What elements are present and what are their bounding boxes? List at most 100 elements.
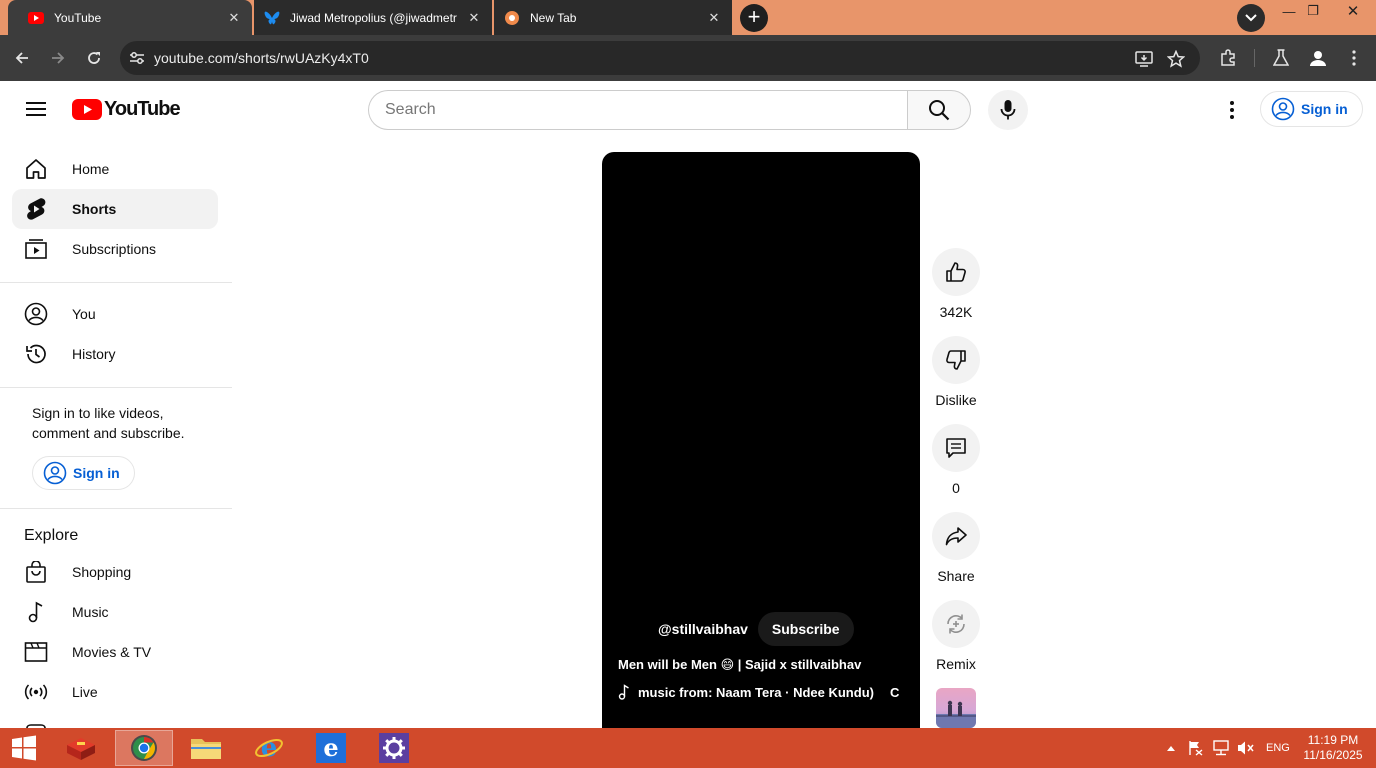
comment-count: 0 bbox=[952, 480, 960, 496]
toolbox-icon bbox=[67, 738, 95, 760]
reload-button[interactable] bbox=[81, 45, 107, 71]
tab-title: New Tab bbox=[530, 10, 577, 25]
sidebar-item-home[interactable]: Home bbox=[12, 149, 218, 189]
labs-button[interactable] bbox=[1268, 45, 1294, 71]
like-button[interactable] bbox=[932, 248, 980, 296]
chevron-down-icon bbox=[1245, 14, 1257, 22]
close-window-button[interactable]: ✕ bbox=[1338, 0, 1368, 22]
remix-button[interactable] bbox=[932, 600, 980, 648]
sign-in-prompt: Sign in to like videos, comment and subs… bbox=[32, 405, 185, 441]
chevron-up-icon bbox=[1167, 746, 1175, 751]
browser-toolbar: youtube.com/shorts/rwUAzKy4xT0 bbox=[0, 35, 1376, 81]
share-button[interactable] bbox=[932, 512, 980, 560]
taskbar-app-settings[interactable] bbox=[365, 730, 423, 766]
sidebar-item-shopping[interactable]: Shopping bbox=[12, 552, 218, 592]
sidebar-item-label: Live bbox=[72, 684, 98, 700]
start-button[interactable] bbox=[0, 728, 48, 768]
dislike-label: Dislike bbox=[935, 392, 977, 408]
dislike-button[interactable] bbox=[932, 336, 980, 384]
shorts-video-player[interactable]: @stillvaibhav Subscribe Men will be Men … bbox=[602, 152, 920, 728]
taskbar-app-chrome[interactable] bbox=[115, 730, 173, 766]
taskbar-app-file-explorer[interactable] bbox=[177, 730, 235, 766]
sign-in-label: Sign in bbox=[1301, 101, 1348, 117]
live-icon bbox=[24, 680, 48, 704]
sidebar-item-partial[interactable] bbox=[12, 712, 218, 728]
clock-time: 11:19 PM bbox=[1307, 733, 1359, 747]
channel-handle-link[interactable]: @stillvaibhav bbox=[658, 621, 748, 637]
music-attribution-link[interactable]: music from: Naam Tera · Ndee Kundu) C bbox=[618, 684, 908, 700]
taskbar-app-internet-explorer[interactable]: e bbox=[240, 730, 298, 766]
extensions-button[interactable] bbox=[1215, 45, 1241, 71]
tab-close-icon[interactable]: ✕ bbox=[466, 10, 482, 26]
search-icon bbox=[929, 100, 950, 121]
sidebar-divider bbox=[0, 508, 232, 509]
search-input[interactable] bbox=[369, 91, 908, 129]
comments-action: 0 bbox=[930, 424, 982, 496]
action-center-flag-icon[interactable] bbox=[1187, 728, 1203, 768]
youtube-header: YouTube Sign in bbox=[0, 81, 1376, 137]
gear-icon bbox=[379, 733, 409, 763]
channel-row: @stillvaibhav Subscribe bbox=[658, 612, 854, 646]
sidebar-item-movies-tv[interactable]: Movies & TV bbox=[12, 632, 218, 672]
you-icon bbox=[24, 302, 48, 326]
sidebar-divider bbox=[0, 282, 232, 283]
tab-bluesky[interactable]: Jiwad Metropolius (@jiwadmetr ✕ bbox=[254, 0, 492, 35]
reload-icon bbox=[88, 52, 100, 64]
browser-menu-button[interactable] bbox=[1341, 45, 1367, 71]
volume-muted-icon[interactable] bbox=[1237, 728, 1255, 768]
sidebar-item-label: Music bbox=[72, 604, 109, 620]
tab-youtube[interactable]: YouTube ✕ bbox=[8, 0, 252, 35]
search-box[interactable] bbox=[368, 90, 908, 130]
settings-menu-button[interactable] bbox=[1216, 94, 1248, 126]
tab-newtab[interactable]: New Tab ✕ bbox=[494, 0, 732, 35]
sidebar-item-you[interactable]: You bbox=[12, 294, 218, 334]
sidebar-item-label: History bbox=[72, 346, 116, 362]
input-language-indicator[interactable]: ENG bbox=[1266, 728, 1290, 768]
header-sign-in-button[interactable]: Sign in bbox=[1260, 91, 1363, 127]
system-clock[interactable]: 11:19 PM 11/16/2025 bbox=[1298, 733, 1368, 763]
remix-action: Remix bbox=[930, 600, 982, 672]
tab-search-button[interactable] bbox=[1237, 4, 1265, 32]
music-note-icon bbox=[618, 684, 630, 700]
tab-close-icon[interactable]: ✕ bbox=[226, 10, 242, 26]
install-app-icon[interactable] bbox=[1134, 49, 1154, 69]
restore-button[interactable]: ❐ bbox=[1298, 0, 1328, 22]
account-circle-icon bbox=[43, 461, 67, 485]
guide-menu-button[interactable] bbox=[20, 93, 52, 125]
youtube-logo[interactable]: YouTube bbox=[72, 98, 181, 120]
back-button[interactable] bbox=[9, 45, 35, 71]
comment-icon bbox=[946, 438, 966, 458]
tab-close-icon[interactable]: ✕ bbox=[706, 10, 722, 26]
sign-in-label: Sign in bbox=[73, 465, 120, 481]
new-tab-button[interactable]: + bbox=[740, 4, 768, 32]
sidebar-item-shorts[interactable]: Shorts bbox=[12, 189, 218, 229]
profile-button[interactable] bbox=[1305, 45, 1331, 71]
show-hidden-icons-button[interactable] bbox=[1166, 728, 1176, 768]
sidebar-item-history[interactable]: History bbox=[12, 334, 218, 374]
subscribe-button[interactable]: Subscribe bbox=[757, 612, 854, 646]
tab-title: YouTube bbox=[54, 10, 102, 25]
svg-text:e: e bbox=[323, 733, 338, 762]
network-icon[interactable] bbox=[1212, 728, 1230, 768]
comments-button[interactable] bbox=[932, 424, 980, 472]
site-settings-icon[interactable] bbox=[128, 49, 146, 67]
forward-button[interactable] bbox=[45, 45, 71, 71]
search-button[interactable] bbox=[907, 90, 971, 130]
share-arrow-icon bbox=[945, 527, 967, 546]
voice-search-button[interactable] bbox=[988, 90, 1028, 130]
taskbar-app-toolbox[interactable] bbox=[52, 730, 110, 766]
tab-title: Jiwad Metropolius (@jiwadmetr bbox=[290, 10, 457, 25]
subscriptions-icon bbox=[24, 237, 48, 261]
sidebar-item-subscriptions[interactable]: Subscriptions bbox=[12, 229, 218, 269]
sidebar-sign-in-button[interactable]: Sign in bbox=[32, 456, 135, 490]
back-arrow-icon bbox=[15, 52, 28, 64]
address-bar[interactable]: youtube.com/shorts/rwUAzKy4xT0 bbox=[120, 41, 1200, 75]
bookmark-star-icon[interactable] bbox=[1166, 49, 1186, 69]
sound-thumbnail[interactable] bbox=[936, 688, 976, 728]
movies-icon bbox=[24, 640, 48, 664]
sidebar-item-live[interactable]: Live bbox=[12, 672, 218, 712]
url-text: youtube.com/shorts/rwUAzKy4xT0 bbox=[154, 50, 369, 66]
taskbar-app-ie-tile[interactable]: e bbox=[302, 730, 360, 766]
sidebar-item-music[interactable]: Music bbox=[12, 592, 218, 632]
shorts-icon bbox=[24, 197, 48, 221]
